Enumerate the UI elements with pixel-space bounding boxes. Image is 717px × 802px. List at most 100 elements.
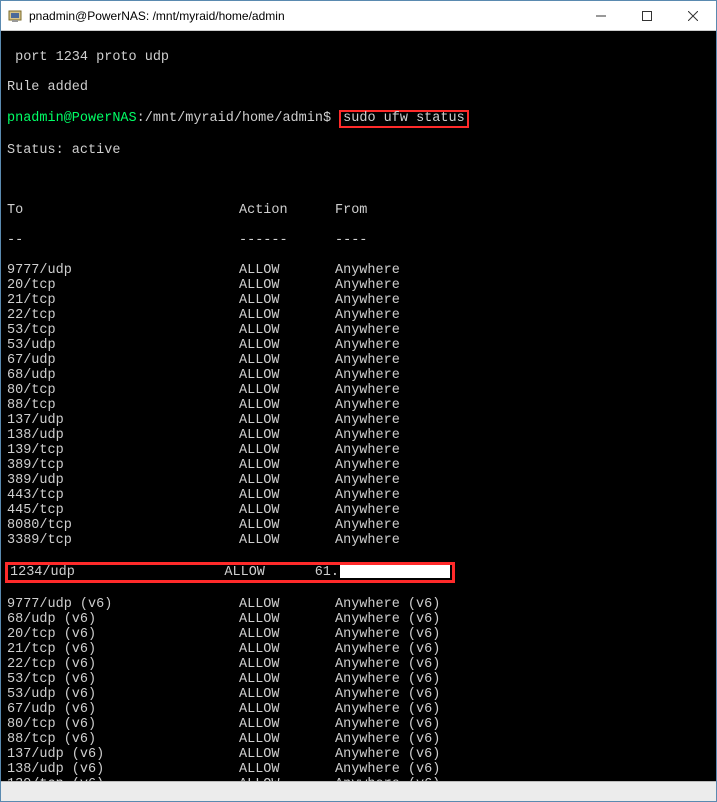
rule-to: 139/tcp (v6): [7, 777, 239, 781]
table-row: 20/tcpALLOWAnywhere: [7, 278, 710, 293]
table-row: 9777/udp (v6)ALLOWAnywhere (v6): [7, 597, 710, 612]
output-line: port 1234 proto udp: [7, 50, 710, 65]
dash-to: --: [7, 233, 239, 248]
from-prefix: 61.: [315, 565, 339, 580]
rule-action: ALLOW: [239, 627, 335, 642]
rule-action: ALLOW: [239, 717, 335, 732]
header-from: From: [335, 203, 710, 218]
rule-to: 80/tcp (v6): [7, 717, 239, 732]
rule-action: ALLOW: [239, 503, 335, 518]
rule-from: 61.: [315, 565, 450, 580]
rule-to: 68/udp (v6): [7, 612, 239, 627]
table-row: 21/tcp (v6)ALLOWAnywhere (v6): [7, 642, 710, 657]
table-row: 53/udp (v6)ALLOWAnywhere (v6): [7, 687, 710, 702]
table-row: 137/udp (v6)ALLOWAnywhere (v6): [7, 747, 710, 762]
maximize-button[interactable]: [624, 1, 670, 30]
table-row: 389/tcpALLOWAnywhere: [7, 458, 710, 473]
rule-action: ALLOW: [239, 762, 335, 777]
rule-to: 22/tcp: [7, 308, 239, 323]
rule-from: Anywhere (v6): [335, 627, 710, 642]
table-row: 53/tcpALLOWAnywhere: [7, 323, 710, 338]
table-row: 53/udpALLOWAnywhere: [7, 338, 710, 353]
rule-action: ALLOW: [239, 338, 335, 353]
rule-from: Anywhere: [335, 353, 710, 368]
rule-from: Anywhere (v6): [335, 762, 710, 777]
table-row: 67/udpALLOWAnywhere: [7, 353, 710, 368]
rule-action: ALLOW: [239, 473, 335, 488]
rule-from: Anywhere: [335, 443, 710, 458]
rules-list: 9777/udpALLOWAnywhere20/tcpALLOWAnywhere…: [7, 263, 710, 548]
rule-to: 53/tcp (v6): [7, 672, 239, 687]
table-row: 88/tcpALLOWAnywhere: [7, 398, 710, 413]
rule-from: Anywhere (v6): [335, 597, 710, 612]
output-line: Rule added: [7, 80, 710, 95]
rule-from: Anywhere: [335, 368, 710, 383]
rule-action: ALLOW: [239, 383, 335, 398]
blank-line: [7, 173, 710, 188]
rule-to: 445/tcp: [7, 503, 239, 518]
window-title: pnadmin@PowerNAS: /mnt/myraid/home/admin: [29, 9, 578, 23]
rule-to: 1234/udp: [10, 565, 224, 580]
rule-action: ALLOW: [239, 443, 335, 458]
rule-to: 20/tcp: [7, 278, 239, 293]
rule-from: Anywhere: [335, 473, 710, 488]
rule-from: Anywhere: [335, 428, 710, 443]
table-row: 21/tcpALLOWAnywhere: [7, 293, 710, 308]
table-dashes: ------------: [7, 233, 710, 248]
status-line: Status: active: [7, 143, 710, 158]
rule-to: 8080/tcp: [7, 518, 239, 533]
rule-action: ALLOW: [239, 458, 335, 473]
table-row: 9777/udpALLOWAnywhere: [7, 263, 710, 278]
rule-action: ALLOW: [239, 732, 335, 747]
rule-from: Anywhere: [335, 503, 710, 518]
status-bar: [1, 781, 716, 801]
rule-to: 9777/udp: [7, 263, 239, 278]
rule-action: ALLOW: [239, 398, 335, 413]
rule-from: Anywhere: [335, 533, 710, 548]
dash-action: ------: [239, 233, 335, 248]
rule-from: Anywhere: [335, 278, 710, 293]
rule-from: Anywhere (v6): [335, 732, 710, 747]
terminal-area[interactable]: port 1234 proto udp Rule added pnadmin@P…: [1, 31, 716, 781]
rule-to: 139/tcp: [7, 443, 239, 458]
rule-to: 22/tcp (v6): [7, 657, 239, 672]
table-row: 68/udpALLOWAnywhere: [7, 368, 710, 383]
rule-action: ALLOW: [239, 702, 335, 717]
rule-to: 68/udp: [7, 368, 239, 383]
prompt-user: pnadmin@PowerNAS: [7, 111, 137, 126]
table-row: 22/tcp (v6)ALLOWAnywhere (v6): [7, 657, 710, 672]
rule-to: 20/tcp (v6): [7, 627, 239, 642]
rule-from: Anywhere: [335, 488, 710, 503]
table-row: 138/udpALLOWAnywhere: [7, 428, 710, 443]
rule-to: 443/tcp: [7, 488, 239, 503]
app-icon: [7, 8, 23, 24]
rule-from: Anywhere: [335, 518, 710, 533]
highlighted-command: sudo ufw status: [339, 110, 469, 128]
rule-from: Anywhere: [335, 338, 710, 353]
rule-action: ALLOW: [239, 777, 335, 781]
table-row: 445/tcpALLOWAnywhere: [7, 503, 710, 518]
rule-from: Anywhere: [335, 263, 710, 278]
rule-from: Anywhere (v6): [335, 717, 710, 732]
titlebar[interactable]: pnadmin@PowerNAS: /mnt/myraid/home/admin: [1, 1, 716, 31]
rule-to: 53/tcp: [7, 323, 239, 338]
rule-action: ALLOW: [239, 672, 335, 687]
rule-to: 389/tcp: [7, 458, 239, 473]
rule-action: ALLOW: [239, 642, 335, 657]
rule-action: ALLOW: [239, 488, 335, 503]
table-row: 138/udp (v6)ALLOWAnywhere (v6): [7, 762, 710, 777]
minimize-button[interactable]: [578, 1, 624, 30]
rule-action: ALLOW: [239, 518, 335, 533]
rule-action: ALLOW: [239, 293, 335, 308]
table-row: 3389/tcpALLOWAnywhere: [7, 533, 710, 548]
rule-action: ALLOW: [239, 428, 335, 443]
rule-action: ALLOW: [239, 533, 335, 548]
highlighted-rule-row: 1234/udpALLOW61.: [5, 562, 455, 583]
header-to: To: [7, 203, 239, 218]
rule-to: 53/udp: [7, 338, 239, 353]
window-controls: [578, 1, 716, 30]
close-button[interactable]: [670, 1, 716, 30]
rule-action: ALLOW: [239, 413, 335, 428]
rule-to: 67/udp: [7, 353, 239, 368]
rule-from: Anywhere (v6): [335, 777, 710, 781]
